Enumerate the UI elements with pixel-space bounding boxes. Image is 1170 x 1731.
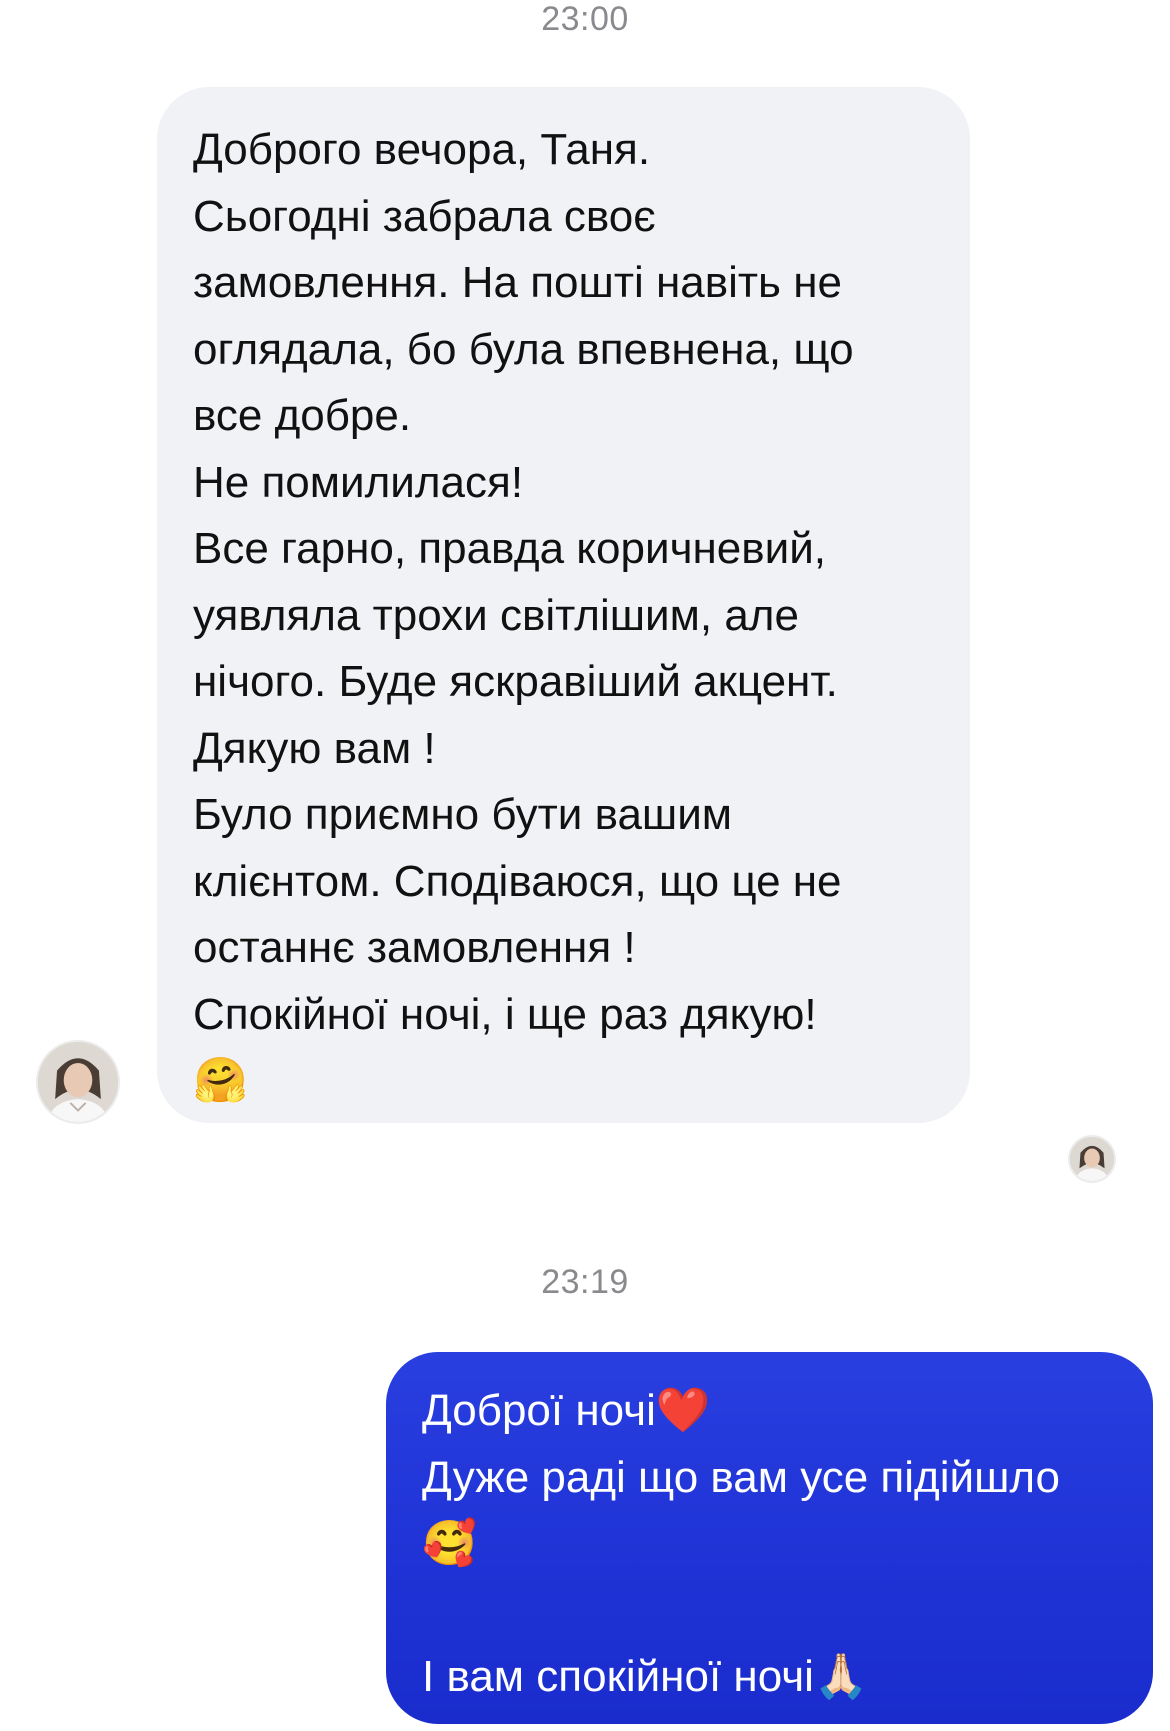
read-receipt-avatar-icon	[1068, 1135, 1116, 1183]
timestamp: 23:19	[541, 1263, 629, 1301]
chat-thread: 23:00 Доброго вечора, Таня. Сьогодні заб…	[0, 0, 1170, 1731]
timestamp: 23:00	[541, 0, 629, 38]
outgoing-message-bubble[interactable]: Доброї ночі❤️ Дуже раді що вам усе підій…	[386, 1352, 1153, 1724]
incoming-message-bubble[interactable]: Доброго вечора, Таня. Сьогодні забрала с…	[157, 87, 970, 1123]
contact-avatar-icon[interactable]	[36, 1040, 120, 1124]
